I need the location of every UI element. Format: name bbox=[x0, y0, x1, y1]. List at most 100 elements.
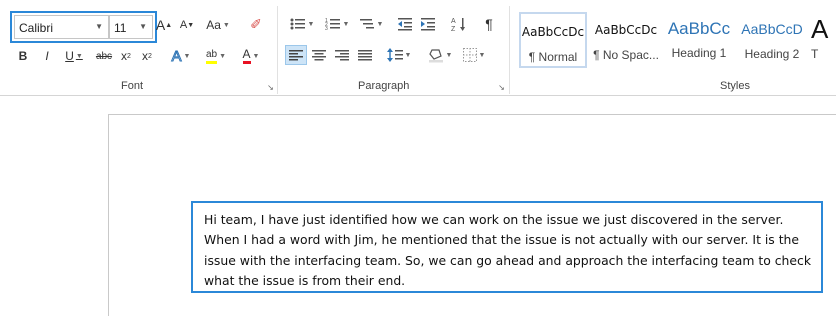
align-left-button[interactable] bbox=[285, 45, 307, 65]
multilevel-list-icon bbox=[359, 19, 374, 29]
bold-button[interactable]: B bbox=[16, 46, 30, 66]
show-marks-button[interactable]: ¶ bbox=[481, 14, 497, 34]
font-size-value: 11 bbox=[114, 21, 127, 35]
style-heading-1-label: Heading 1 bbox=[671, 46, 727, 60]
style-heading-2-preview: AaBbCcD bbox=[741, 21, 803, 37]
chevron-down-icon: ▼ bbox=[404, 51, 412, 59]
change-case-icon: Aa bbox=[206, 18, 221, 32]
chevron-down-icon: ▼ bbox=[222, 21, 230, 29]
chevron-down-icon: ▼ bbox=[478, 51, 486, 59]
align-right-button[interactable] bbox=[331, 45, 353, 65]
strikethrough-icon: abc bbox=[95, 50, 113, 62]
bullets-icon bbox=[290, 18, 305, 30]
style-heading-2-label: Heading 2 bbox=[744, 47, 800, 61]
font-color-icon: A bbox=[242, 48, 251, 64]
line-spacing-button[interactable]: ▼ bbox=[384, 45, 414, 65]
underline-icon: U bbox=[65, 49, 74, 63]
underline-button[interactable]: U ▼ bbox=[62, 46, 86, 66]
shrink-font-icon: A bbox=[179, 19, 188, 31]
svg-text:A: A bbox=[451, 18, 456, 25]
chevron-down-icon: ▼ bbox=[75, 52, 83, 60]
highlight-button[interactable]: ab ▼ bbox=[201, 46, 231, 66]
shrink-font-button[interactable]: A ▼ bbox=[180, 15, 194, 35]
chevron-down-icon[interactable]: ▼ bbox=[139, 22, 147, 31]
line-spacing-icon bbox=[386, 48, 403, 62]
sort-button[interactable]: AZ bbox=[450, 14, 468, 34]
sort-icon: AZ bbox=[451, 18, 465, 32]
style-no-spacing-preview: AaBbCcDc bbox=[594, 23, 658, 37]
style-heading-1[interactable]: AaBbCc Heading 1 bbox=[665, 12, 733, 68]
font-family-dropdown[interactable]: Calibri ▼ bbox=[14, 15, 109, 39]
font-group-label: Font bbox=[121, 80, 144, 92]
text-effects-icon: A bbox=[171, 47, 182, 65]
clear-formatting-button[interactable]: ✐ bbox=[246, 14, 266, 34]
style-no-spacing-label: ¶ No Spac... bbox=[593, 48, 659, 62]
svg-text:Z: Z bbox=[451, 26, 456, 32]
grow-font-icon: A bbox=[155, 17, 166, 33]
highlight-icon: ab bbox=[205, 49, 218, 64]
style-normal[interactable]: AaBbCcDc ¶ Normal bbox=[519, 12, 587, 68]
chevron-down-icon: ▼ bbox=[219, 52, 227, 60]
numbering-icon: 123 bbox=[325, 18, 340, 31]
pilcrow-icon: ¶ bbox=[485, 16, 493, 32]
decrease-indent-icon bbox=[398, 18, 412, 31]
page-edge-top bbox=[108, 114, 836, 115]
chevron-down-icon: ▼ bbox=[183, 52, 191, 60]
align-left-icon bbox=[289, 50, 303, 61]
chevron-down-icon: ▼ bbox=[307, 20, 315, 28]
style-title[interactable]: A T bbox=[811, 12, 836, 68]
numbering-button[interactable]: 1 2 3 ▼ bbox=[322, 14, 352, 34]
font-size-dropdown[interactable]: 11 ▼ bbox=[109, 15, 153, 39]
ribbon-border bbox=[0, 95, 836, 96]
paragraph-group-label: Paragraph bbox=[358, 80, 410, 92]
chevron-down-icon: ▼ bbox=[445, 51, 453, 59]
chevron-down-icon: ▼ bbox=[252, 52, 260, 60]
selected-text-block[interactable]: Hi team, I have just identified how we c… bbox=[191, 201, 823, 293]
font-dialog-launcher-icon[interactable]: ↘ bbox=[266, 83, 275, 92]
subscript-button[interactable]: x2 bbox=[119, 46, 133, 66]
chevron-down-icon[interactable]: ▼ bbox=[95, 22, 103, 31]
increase-indent-icon bbox=[421, 18, 435, 31]
group-divider bbox=[509, 6, 510, 94]
align-center-button[interactable] bbox=[308, 45, 330, 65]
group-divider bbox=[277, 6, 278, 94]
italic-icon: I bbox=[45, 49, 49, 63]
justify-icon bbox=[358, 50, 372, 61]
chevron-down-icon: ▼ bbox=[342, 20, 350, 28]
style-normal-preview: AaBbCcDc bbox=[521, 25, 585, 39]
page-edge-left bbox=[108, 114, 109, 316]
paint-bucket-icon bbox=[428, 49, 443, 63]
eraser-icon: ✐ bbox=[250, 15, 262, 32]
font-color-button[interactable]: A ▼ bbox=[237, 46, 265, 66]
style-normal-label: ¶ Normal bbox=[528, 50, 578, 64]
bold-icon: B bbox=[18, 49, 28, 63]
style-no-spacing[interactable]: AaBbCcDc ¶ No Spac... bbox=[592, 12, 660, 68]
italic-button[interactable]: I bbox=[40, 46, 54, 66]
increase-indent-button[interactable] bbox=[419, 14, 437, 34]
svg-text:3: 3 bbox=[325, 26, 328, 31]
chevron-down-icon: ▼ bbox=[376, 20, 384, 28]
align-center-icon bbox=[312, 50, 326, 61]
font-family-value: Calibri bbox=[19, 21, 54, 35]
change-case-button[interactable]: Aa ▼ bbox=[205, 15, 231, 35]
borders-icon bbox=[462, 48, 477, 62]
style-heading-1-preview: AaBbCc bbox=[667, 19, 731, 38]
style-title-preview: A bbox=[811, 14, 829, 44]
style-title-label: T bbox=[811, 47, 819, 61]
styles-group-label: Styles bbox=[720, 80, 750, 92]
style-heading-2[interactable]: AaBbCcD Heading 2 bbox=[738, 12, 806, 68]
document-paragraph[interactable]: Hi team, I have just identified how we c… bbox=[204, 212, 811, 288]
text-effects-button[interactable]: A ▼ bbox=[168, 46, 194, 66]
ribbon-home: Calibri ▼ 11 ▼ A ▲ A ▼ Aa ▼ ✐ B I U ▼ abc x2… bbox=[0, 0, 836, 96]
paragraph-dialog-launcher-icon[interactable]: ↘ bbox=[497, 83, 506, 92]
justify-button[interactable] bbox=[354, 45, 376, 65]
multilevel-list-button[interactable]: ▼ bbox=[356, 14, 386, 34]
borders-button[interactable]: ▼ bbox=[459, 45, 489, 65]
grow-font-button[interactable]: A ▲ bbox=[155, 15, 172, 35]
decrease-indent-button[interactable] bbox=[396, 14, 414, 34]
strikethrough-button[interactable]: abc bbox=[93, 46, 115, 66]
bullets-button[interactable]: ▼ bbox=[287, 14, 317, 34]
align-right-icon bbox=[335, 50, 349, 61]
shading-button[interactable]: ▼ bbox=[425, 45, 455, 65]
superscript-button[interactable]: x2 bbox=[140, 46, 154, 66]
